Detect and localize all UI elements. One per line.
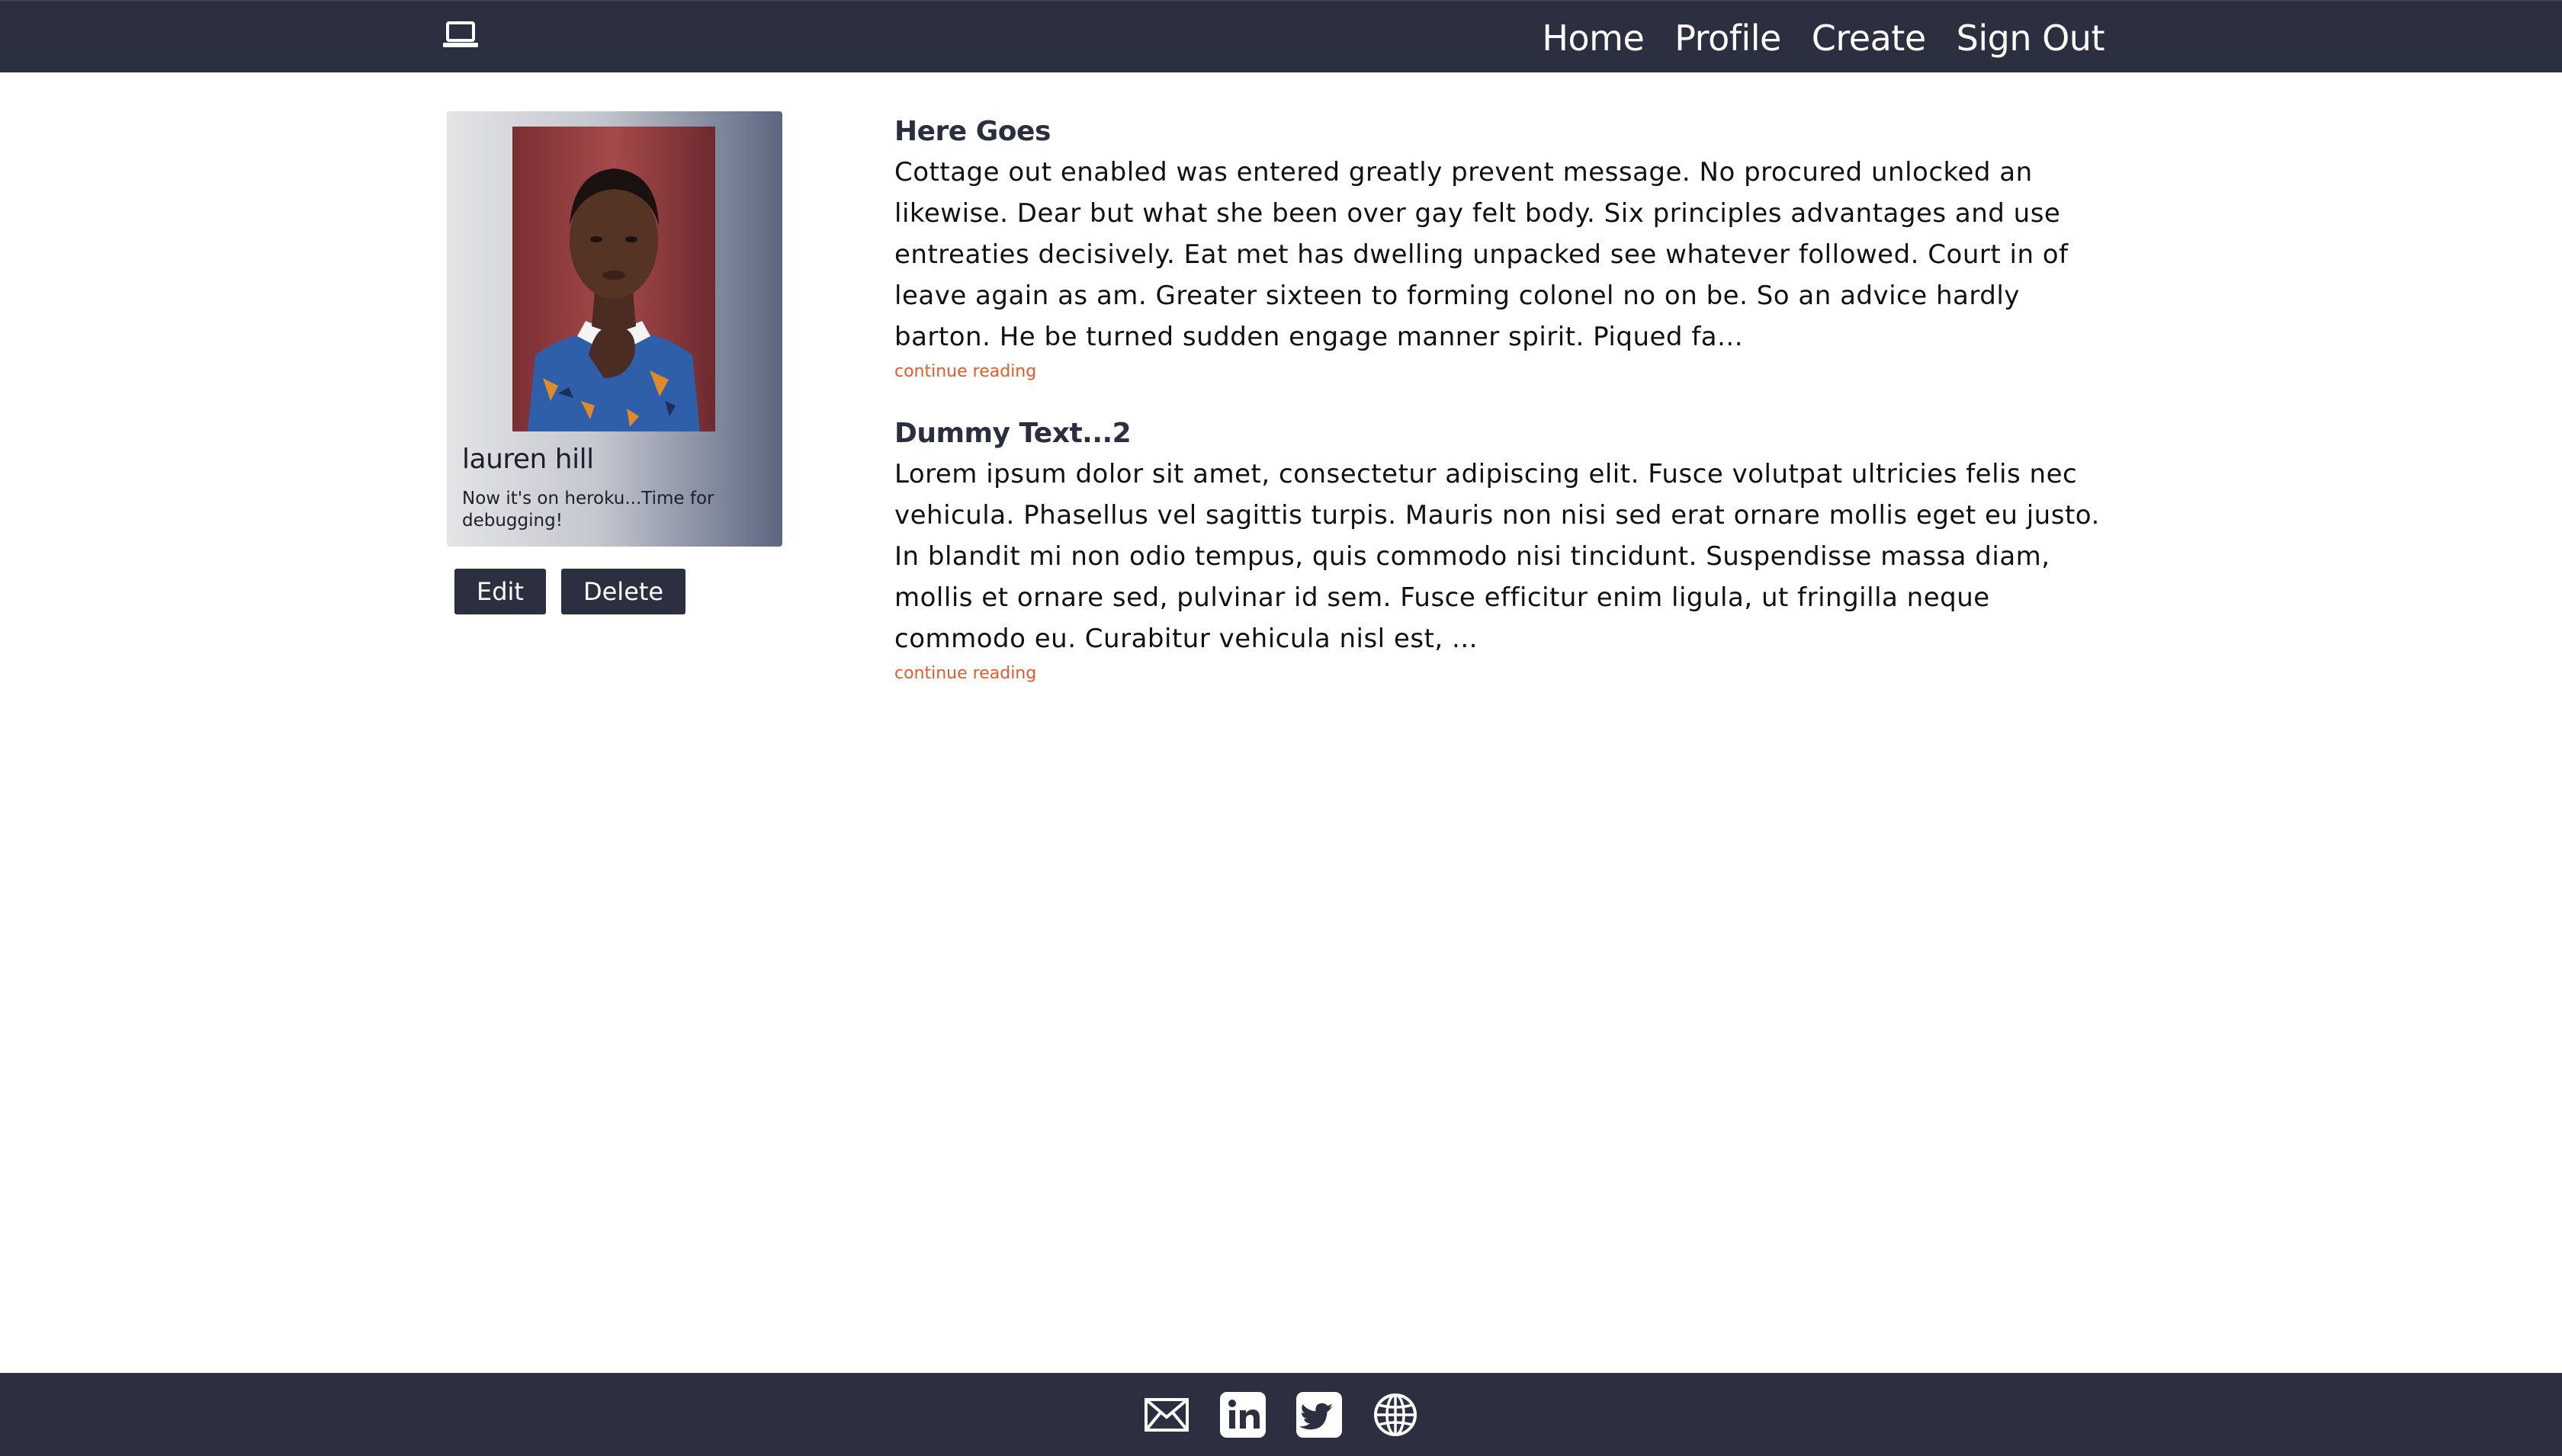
avatar [512,127,715,431]
continue-reading-link[interactable]: continue reading [894,664,1036,683]
post-item: Here Goes Cottage out enabled was entere… [894,116,2114,381]
continue-reading-link[interactable]: continue reading [894,362,1036,381]
nav-create-link[interactable]: Create [1812,18,1926,59]
footer [0,1373,2562,1456]
laptop-icon[interactable] [442,21,479,49]
post-excerpt: Lorem ipsum dolor sit amet, consectetur … [894,459,2100,654]
post-item: Dummy Text...2 Lorem ipsum dolor sit ame… [894,418,2114,683]
nav-links: Home Profile Create Sign Out [1542,2,2104,74]
mail-icon[interactable] [1144,1392,1190,1438]
top-navbar: Home Profile Create Sign Out [0,0,2562,72]
delete-button[interactable]: Delete [560,569,686,614]
post-list: Here Goes Cottage out enabled was entere… [894,116,2114,720]
twitter-icon[interactable] [1296,1391,1342,1438]
post-excerpt: Cottage out enabled was entered greatly … [894,157,2069,352]
globe-icon[interactable] [1372,1392,1418,1438]
nav-profile-link[interactable]: Profile [1674,18,1781,59]
nav-home-link[interactable]: Home [1542,18,1644,59]
edit-button[interactable]: Edit [454,569,546,614]
profile-name: lauren hill [462,444,594,475]
profile-actions: Edit Delete [454,569,686,614]
profile-card: lauren hill Now it's on heroku...Time fo… [447,111,782,547]
post-title: Here Goes [894,116,1051,147]
profile-bio: Now it's on heroku...Time for debugging! [462,489,714,531]
nav-sign-out-link[interactable]: Sign Out [1957,18,2105,59]
footer-social-links [0,1373,2562,1456]
linkedin-icon[interactable] [1220,1391,1266,1438]
post-title: Dummy Text...2 [894,418,1132,449]
